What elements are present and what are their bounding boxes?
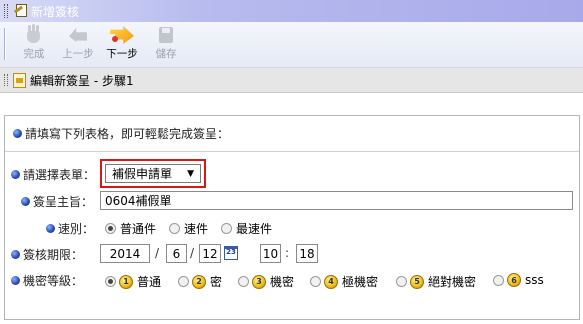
speed-option-label: 最速件 xyxy=(236,222,273,236)
security-option-1[interactable]: 1 普通 xyxy=(105,273,161,290)
security-option-5[interactable]: 5 絕對機密 xyxy=(396,273,476,290)
intro-row: 請填寫下列表格，即可輕鬆完成簽呈： xyxy=(13,125,229,142)
time-separator: : xyxy=(285,246,290,260)
document-quill-icon xyxy=(13,4,28,18)
speed-option-normal[interactable]: 普通件 xyxy=(105,220,156,237)
radio-button[interactable] xyxy=(169,223,180,234)
speed-row: 速別： xyxy=(46,220,94,237)
intro-text: 請填寫下列表格，即可輕鬆完成簽呈： xyxy=(25,127,230,141)
radio-button[interactable] xyxy=(105,276,116,287)
radio-button[interactable] xyxy=(493,274,504,286)
subject-input[interactable]: 0604補假單 xyxy=(100,191,573,210)
form-select-highlight: 補假申請單 ▼ xyxy=(100,159,206,188)
save-label: 儲存 xyxy=(155,48,177,60)
security-option-label: sss xyxy=(525,273,544,287)
form-type-value: 補假申請單 xyxy=(112,167,173,181)
save-disk-icon xyxy=(156,25,176,45)
save-button[interactable]: 儲存 xyxy=(148,22,184,61)
security-option-4[interactable]: 4 極機密 xyxy=(310,273,378,290)
deadline-month-input[interactable]: 6 xyxy=(166,244,187,263)
speed-option-label: 速件 xyxy=(184,222,209,236)
deadline-year-input[interactable]: 2014 xyxy=(100,244,150,263)
security-option-label: 絕對機密 xyxy=(428,275,477,289)
security-option-label: 普通 xyxy=(137,275,162,289)
header-grip xyxy=(4,74,8,86)
form-panel: 請填寫下列表格，即可輕鬆完成簽呈： 請選擇表單： 補假申請單 ▼ 簽呈主旨： 0… xyxy=(4,115,580,320)
title-grip xyxy=(4,4,8,18)
radio-button[interactable] xyxy=(221,223,232,234)
date-separator: / xyxy=(190,246,195,260)
deadline-row: 簽核期限： xyxy=(11,246,83,263)
radio-button[interactable] xyxy=(238,276,249,287)
bullet-icon xyxy=(21,197,30,206)
window-title-bar: 新增簽核 xyxy=(0,0,583,22)
subject-label: 簽呈主旨： xyxy=(33,195,94,209)
radio-button[interactable] xyxy=(310,276,321,287)
edit-header-title: 編輯新簽呈 - 步驟1 xyxy=(30,73,134,88)
deadline-day-input[interactable]: 12 xyxy=(199,244,221,263)
level-1-icon: 1 xyxy=(119,274,133,289)
prev-step-button[interactable]: 上一步 xyxy=(60,22,96,61)
bullet-icon xyxy=(11,276,20,285)
speed-label: 速別： xyxy=(58,222,95,236)
form-type-select[interactable]: 補假申請單 ▼ xyxy=(105,164,201,183)
security-option-2[interactable]: 2 密 xyxy=(178,273,222,290)
finish-label: 完成 xyxy=(23,48,45,60)
bullet-icon xyxy=(46,224,55,233)
day-value: 12 xyxy=(202,246,218,261)
calendar-icon[interactable]: 23 xyxy=(224,246,238,260)
speed-option-most-urgent[interactable]: 最速件 xyxy=(221,220,272,237)
level-2-icon: 2 xyxy=(192,274,206,289)
next-step-label: 下一步 xyxy=(106,48,138,60)
radio-button[interactable] xyxy=(105,223,116,234)
hour-value: 10 xyxy=(262,246,279,261)
deadline-minute-input[interactable]: 18 xyxy=(296,244,318,263)
divider xyxy=(5,151,579,152)
security-row: 機密等級： xyxy=(11,272,83,289)
security-option-label: 機密 xyxy=(270,275,295,289)
toolbar: 完成 上一步 下一步 儲存 xyxy=(0,22,583,67)
toolbar-separator xyxy=(4,28,6,60)
edit-header: 編輯新簽呈 - 步驟1 xyxy=(0,67,583,93)
dropdown-arrow-icon: ▼ xyxy=(187,168,194,179)
document-icon xyxy=(13,72,26,88)
security-option-6[interactable]: 6 sss xyxy=(493,273,544,287)
date-separator: / xyxy=(155,246,160,260)
level-6-icon: 6 xyxy=(507,273,521,287)
form-select-row: 請選擇表單： xyxy=(11,166,95,183)
radio-button[interactable] xyxy=(396,276,407,287)
minute-value: 18 xyxy=(299,246,315,261)
deadline-label: 簽核期限： xyxy=(23,248,84,262)
form-select-label: 請選擇表單： xyxy=(23,168,96,182)
month-value: 6 xyxy=(172,246,181,261)
back-arrow-icon xyxy=(67,25,89,45)
finish-button[interactable]: 完成 xyxy=(16,22,52,61)
security-option-3[interactable]: 3 機密 xyxy=(238,273,294,290)
hand-icon xyxy=(23,24,45,45)
next-step-button[interactable]: 下一步 xyxy=(104,22,140,61)
speed-option-label: 普通件 xyxy=(120,222,157,236)
radio-button[interactable] xyxy=(178,276,189,287)
year-value: 2014 xyxy=(109,246,141,261)
speed-option-urgent[interactable]: 速件 xyxy=(169,220,208,237)
deadline-hour-input[interactable]: 10 xyxy=(260,244,281,263)
calendar-icon-text: 23 xyxy=(226,248,236,256)
window-title: 新增簽核 xyxy=(31,4,80,19)
security-label: 機密等級： xyxy=(23,274,84,288)
prev-step-label: 上一步 xyxy=(62,48,94,60)
subject-row: 簽呈主旨： xyxy=(21,193,93,210)
next-arrow-icon xyxy=(109,25,135,45)
security-option-label: 極機密 xyxy=(342,275,379,289)
subject-value: 0604補假單 xyxy=(105,194,172,208)
bullet-icon xyxy=(13,129,22,138)
bullet-icon xyxy=(11,250,20,259)
level-4-icon: 4 xyxy=(324,274,338,289)
security-option-label: 密 xyxy=(210,275,223,289)
level-5-icon: 5 xyxy=(410,274,424,289)
bullet-icon xyxy=(11,170,20,179)
level-3-icon: 3 xyxy=(252,274,266,289)
